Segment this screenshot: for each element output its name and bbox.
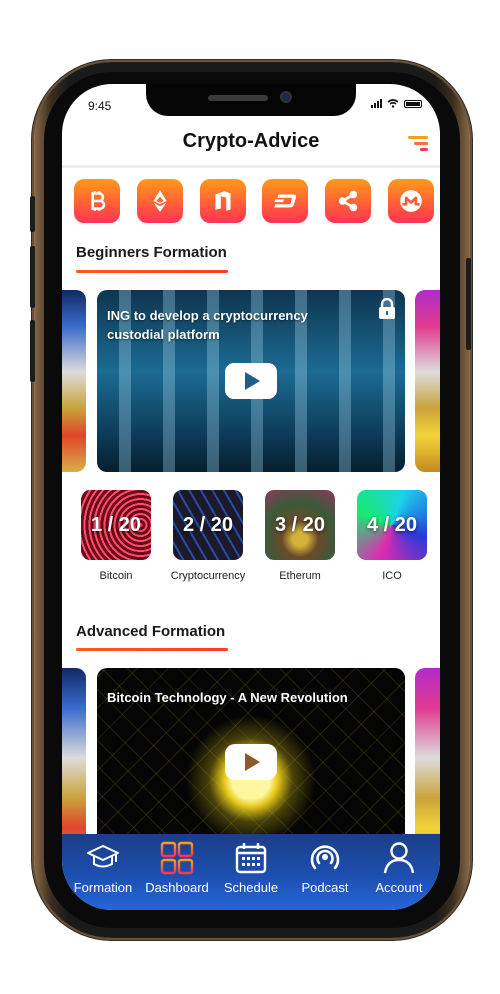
grid-icon [160,841,194,875]
app-title: Crypto-Advice [182,130,320,152]
bottom-tab-bar: Formation Dashboard Schedule Podcast Acc… [62,834,440,910]
app-screen: 9:45 Crypto-Advice Beginners Formation I… [62,84,440,910]
filter-menu-icon[interactable] [408,134,428,152]
tab-label: Schedule [223,880,279,895]
lesson-item[interactable]: 2 / 20 Cryptocurrency [166,490,250,582]
user-icon [383,842,415,874]
lesson-item[interactable]: 1 / 20 Bitcoin [74,490,158,582]
coin-selector [74,179,434,223]
volume-up-button [30,246,35,308]
carousel-next-card[interactable] [415,290,440,472]
status-time: 9:45 [88,99,112,113]
coin-ripple-button[interactable] [325,179,372,223]
coin-neo-button[interactable] [199,179,246,223]
battery-icon [404,99,422,108]
ethereum-icon [153,190,167,212]
lesson-progress: 4 / 20 [366,513,418,536]
calendar-icon [235,843,267,874]
dash-icon [274,194,297,208]
lesson-label: ICO [382,570,402,582]
front-camera [280,91,292,103]
lesson-thumbnail: 3 / 20 [265,490,335,560]
neo-icon [215,191,231,211]
graduation-cap-icon [87,845,119,868]
lesson-label: Bitcoin [99,570,133,582]
lesson-label: Cryptocurrency [170,570,246,582]
play-icon [245,753,260,771]
notch [146,84,356,116]
tab-label: Podcast [301,880,349,895]
lesson-list: 1 / 20 Bitcoin 2 / 20 Cryptocurrency 3 /… [74,490,434,582]
status-icons [371,99,422,108]
volume-down-button [30,320,35,382]
beginners-section-title: Beginners Formation [76,244,227,261]
signal-icon [371,99,382,108]
advanced-video-title: Bitcoin Technology - A New Revolution [107,690,348,705]
coin-dash-button[interactable] [262,179,309,223]
bitcoin-icon [91,191,106,211]
tab-formation[interactable]: Formation [67,840,139,910]
advanced-underline [76,648,228,651]
beginners-featured-card[interactable]: ING to develop a cryptocurrency custodia… [97,290,405,472]
coin-bitcoin-button[interactable] [74,179,120,223]
beginners-underline [76,270,228,273]
wifi-icon [387,99,399,108]
power-button [466,258,471,350]
silent-switch [30,196,35,232]
play-button[interactable] [225,363,277,399]
lesson-progress: 2 / 20 [182,513,234,536]
lesson-progress: 3 / 20 [274,513,326,536]
play-icon [245,372,260,390]
advanced-play-button[interactable] [225,744,277,780]
lesson-thumbnail: 4 / 20 [357,490,427,560]
lesson-label: Etherum [279,570,321,582]
podcast-icon [310,845,340,870]
tab-dashboard[interactable]: Dashboard [141,840,213,910]
lesson-progress: 1 / 20 [90,513,142,536]
ripple-icon [338,190,358,212]
tab-account[interactable]: Account [363,840,435,910]
tab-label: Account [375,880,423,895]
tab-label: Dashboard [145,880,209,895]
app-header: Crypto-Advice [62,124,440,168]
featured-video-title: ING to develop a cryptocurrency custodia… [107,308,308,342]
lesson-item[interactable]: 4 / 20 ICO [350,490,434,582]
coin-monero-button[interactable] [387,179,434,223]
tab-label: Formation [73,880,133,895]
lesson-thumbnail: 2 / 20 [173,490,243,560]
speaker [208,95,268,101]
monero-icon [400,190,422,212]
lock-icon [379,298,395,319]
lesson-item[interactable]: 3 / 20 Etherum [258,490,342,582]
tab-schedule[interactable]: Schedule [215,840,287,910]
tab-podcast[interactable]: Podcast [289,840,361,910]
coin-ethereum-button[interactable] [136,179,183,223]
carousel-prev-card[interactable] [62,290,86,472]
lesson-thumbnail: 1 / 20 [81,490,151,560]
advanced-section-title: Advanced Formation [76,623,226,640]
